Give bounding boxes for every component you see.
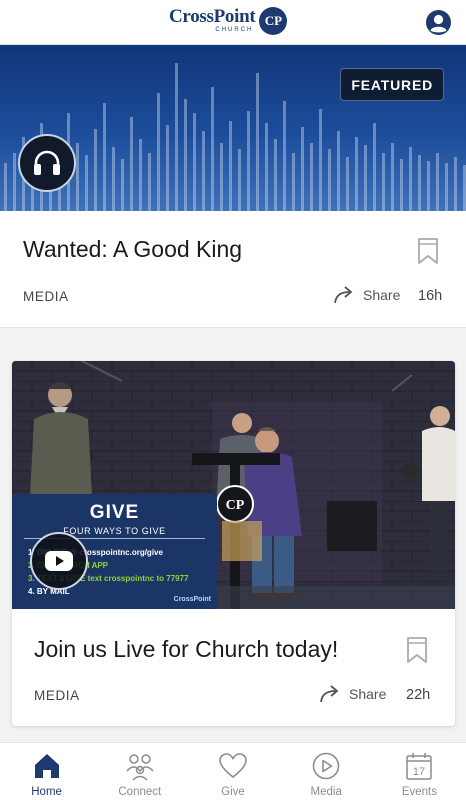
waveform-bar	[292, 153, 295, 211]
user-circle-icon[interactable]	[425, 9, 452, 36]
waveform-bar	[418, 155, 421, 211]
share-button[interactable]: Share	[333, 286, 400, 304]
waveform-bar	[139, 139, 142, 211]
nav-give[interactable]: Give	[186, 743, 279, 800]
waveform-bar	[76, 143, 79, 211]
nav-connect[interactable]: Connect	[93, 743, 186, 800]
church-logo[interactable]: CrossPoint CHURCH CP	[169, 2, 288, 40]
waveform-bar	[121, 159, 124, 211]
waveform-bar	[157, 93, 160, 211]
waveform-bar	[4, 163, 7, 211]
waveform-bar	[319, 109, 322, 211]
waveform-bar	[283, 101, 286, 211]
waveform-bar	[454, 157, 457, 211]
waveform-bar	[94, 129, 97, 211]
logo-badge: CP	[259, 7, 288, 35]
waveform-bar	[373, 123, 376, 211]
waveform-bar	[193, 113, 196, 211]
nav-events[interactable]: 17 Events	[373, 743, 466, 800]
waveform-bar	[130, 117, 133, 211]
share-label: Share	[349, 686, 387, 702]
waveform-bar	[301, 127, 304, 211]
waveform-bar	[310, 143, 313, 211]
share-label: Share	[363, 287, 401, 303]
give-slide-subtitle: FOUR WAYS TO GIVE	[63, 526, 166, 536]
nav-label: Events	[401, 786, 437, 798]
waveform-bar	[391, 143, 394, 211]
nav-home[interactable]: Home	[0, 743, 93, 800]
heart-icon	[219, 753, 247, 779]
youtube-play-icon[interactable]	[30, 532, 88, 590]
waveform-bar	[85, 155, 88, 211]
post-card[interactable]: CP GIVE FOUR WAYS TO GIVE 1. ONLINE @ cr…	[12, 361, 455, 726]
waveform-bar	[256, 73, 259, 211]
waveform-bar	[148, 153, 151, 211]
waveform-bar	[274, 139, 277, 211]
waveform-bar	[427, 161, 430, 211]
waveform-bar	[265, 123, 268, 211]
give-slide-title: GIVE	[89, 502, 140, 523]
logo-subtitle: CHURCH	[215, 27, 254, 33]
calendar-icon: 17	[406, 753, 433, 780]
video-thumbnail[interactable]: CP GIVE FOUR WAYS TO GIVE 1. ONLINE @ cr…	[12, 361, 455, 609]
waveform-bar	[364, 145, 367, 211]
bottom-navigation: Home Connect Give Media 17 Events	[0, 742, 466, 800]
nav-label: Media	[310, 786, 342, 798]
waveform-bar	[337, 131, 340, 211]
nav-label: Connect	[118, 786, 162, 798]
waveform-bar	[175, 63, 178, 211]
post-title[interactable]: Join us Live for Church today!	[34, 636, 338, 663]
featured-title[interactable]: Wanted: A Good King	[23, 236, 242, 263]
waveform-bar	[13, 153, 16, 211]
featured-category: MEDIA	[23, 289, 69, 304]
svg-text:CP: CP	[226, 498, 245, 513]
people-icon	[126, 754, 154, 781]
featured-card[interactable]: Wanted: A Good King MEDIA Share 16h	[0, 211, 466, 328]
post-age: 16h	[418, 288, 443, 304]
share-arrow-icon	[320, 685, 339, 703]
waveform-bar	[184, 99, 187, 211]
featured-badge: FEATURED	[340, 68, 444, 101]
waveform-bar	[355, 137, 358, 211]
waveform-bar	[328, 149, 331, 211]
nav-label: Give	[221, 786, 245, 798]
play-circle-icon	[312, 752, 340, 780]
calendar-day: 17	[413, 766, 425, 778]
waveform-bar	[400, 159, 403, 211]
waveform-bar	[346, 157, 349, 211]
featured-hero-image[interactable]: FEATURED	[0, 45, 466, 211]
bookmark-icon[interactable]	[417, 237, 439, 265]
waveform-bar	[229, 121, 232, 211]
bookmark-icon[interactable]	[406, 636, 428, 664]
waveform-bar	[220, 143, 223, 211]
waveform-bar	[247, 111, 250, 211]
home-icon	[34, 754, 59, 778]
nav-label: Home	[31, 786, 62, 798]
waveform-bar	[202, 131, 205, 211]
nav-media[interactable]: Media	[280, 743, 373, 800]
waveform-bar	[436, 153, 439, 211]
logo-name: CrossPoint	[169, 6, 256, 27]
post-category: MEDIA	[34, 688, 80, 703]
top-bar: CrossPoint CHURCH CP	[0, 0, 466, 45]
waveform-bar	[103, 103, 106, 211]
waveform-bar	[112, 147, 115, 211]
waveform-bar	[382, 153, 385, 211]
waveform-bar	[238, 149, 241, 211]
headphones-icon[interactable]	[18, 134, 76, 192]
waveform-bar	[445, 163, 448, 211]
waveform-bar	[166, 125, 169, 211]
waveform-bar	[409, 147, 412, 211]
waveform-bar	[211, 87, 214, 211]
post-age: 22h	[406, 687, 431, 703]
give-slide-logo: CrossPoint	[173, 596, 211, 603]
share-arrow-icon	[334, 286, 353, 304]
share-button[interactable]: Share	[319, 685, 386, 703]
